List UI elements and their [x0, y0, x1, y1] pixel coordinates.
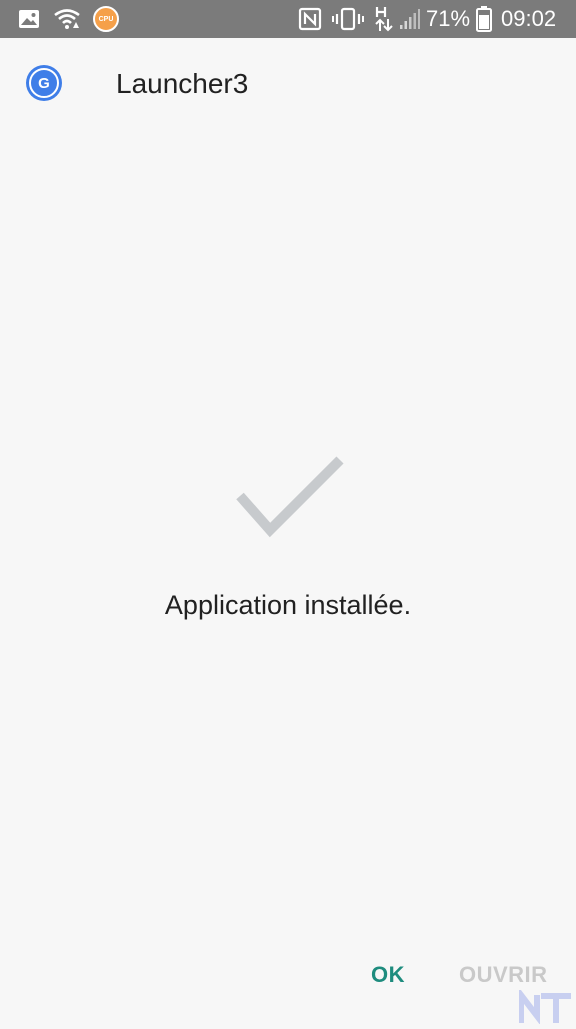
cpu-badge-label: CPU	[98, 15, 114, 23]
signal-icon	[400, 0, 420, 38]
vibrate-icon	[332, 0, 364, 38]
watermark-logo	[518, 986, 575, 1029]
app-icon: G	[26, 65, 62, 101]
data-transfer-icon	[374, 0, 394, 38]
clock: 09:02	[501, 6, 557, 31]
cpu-badge-icon: CPU	[92, 0, 120, 38]
install-status-message: Application installée.	[164, 590, 412, 620]
battery-percent: 71%	[426, 6, 471, 31]
checkmark-icon	[236, 456, 344, 543]
wifi-icon	[53, 0, 81, 38]
app-header: G Launcher3	[0, 38, 576, 130]
app-icon-letter: G	[38, 74, 50, 92]
app-title: Launcher3	[116, 68, 249, 99]
status-bar: CPU 71% 09:02	[0, 0, 576, 38]
ok-button[interactable]: OK	[369, 958, 407, 992]
nfc-icon	[298, 0, 322, 38]
battery-icon	[476, 0, 492, 38]
image-icon	[18, 0, 40, 38]
open-button[interactable]: OUVRIR	[457, 958, 550, 992]
